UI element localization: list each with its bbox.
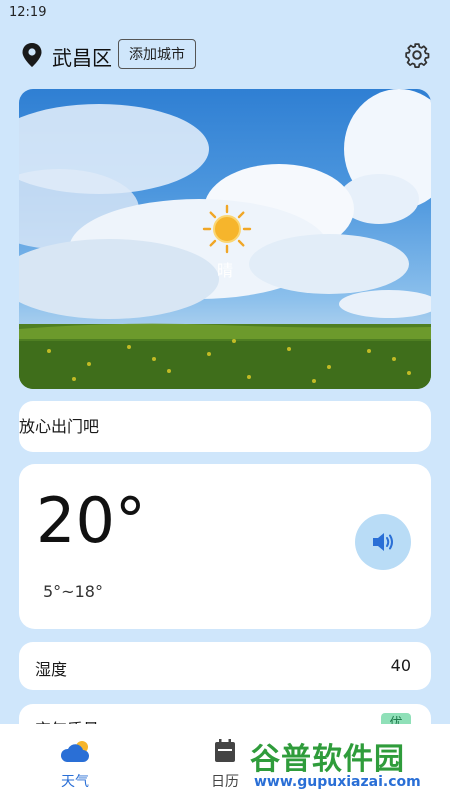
status-time: 12:19 [9, 5, 47, 20]
sun-icon [202, 204, 252, 254]
watermark-url: www.gupuxiazai.com [254, 774, 421, 790]
humidity-label: 湿度 [35, 660, 68, 679]
temperature-range: 5°~18° [43, 582, 103, 601]
watermark-text: 谷普软件园 [250, 742, 405, 777]
cloud-sun-icon [60, 741, 89, 762]
speaker-icon [373, 533, 393, 551]
gear-icon[interactable] [404, 42, 430, 68]
humidity-value: 40 [390, 656, 411, 675]
status-bar: 12:19 [0, 0, 450, 26]
tab-weather-label: 天气 [61, 774, 89, 790]
map-pin-icon [22, 43, 42, 67]
tip-card: 放心出门吧 [19, 401, 431, 452]
district-name[interactable]: 武昌区 [52, 42, 112, 71]
add-city-button[interactable]: 添加城市 [118, 39, 196, 69]
tab-weather[interactable]: 天气 [30, 724, 120, 800]
weather-banner: 晴 [19, 89, 431, 389]
watermark: 谷普软件园 www.gupuxiazai.com [246, 730, 446, 796]
humidity-row: 湿度 40 [19, 642, 431, 690]
temperature-card: 20° 5°~18° [19, 464, 431, 629]
current-temperature: 20° [36, 484, 146, 557]
weather-condition: 晴 [216, 261, 233, 280]
tip-text: 放心出门吧 [19, 417, 100, 436]
voice-broadcast-button[interactable] [355, 514, 411, 570]
header: 武昌区 添加城市 [0, 36, 450, 74]
calendar-icon [215, 739, 235, 762]
